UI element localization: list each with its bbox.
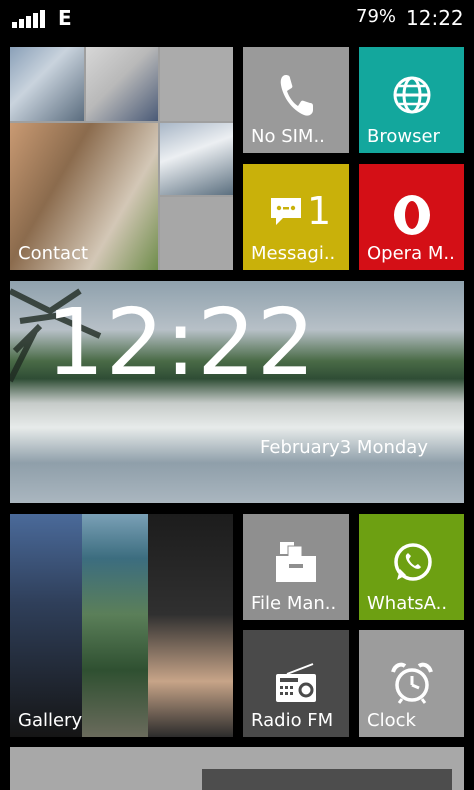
contact-photo-1 [10, 47, 84, 121]
messaging-label: Messagi.. [251, 243, 336, 264]
signal-strength-icon [12, 10, 45, 28]
file-manager-label: File Man.. [251, 593, 337, 614]
contact-photo-3 [160, 123, 233, 195]
opera-tile[interactable]: Opera M.. [359, 164, 464, 270]
gallery-photo-figure-right [148, 514, 233, 737]
message-count-badge: 1 [307, 189, 332, 233]
browser-label: Browser [367, 126, 440, 147]
bottom-partial-tile[interactable] [10, 747, 464, 790]
contact-photo-blank [160, 47, 233, 121]
globe-icon [393, 76, 430, 114]
gallery-photo-figure-left [10, 514, 82, 737]
alarm-clock-icon [390, 662, 433, 704]
contact-photo-2 [86, 47, 158, 121]
file-manager-tile[interactable]: File Man.. [243, 514, 349, 620]
status-time: 12:22 [406, 6, 464, 30]
message-icon [271, 198, 301, 225]
bottom-partial-inner [202, 769, 452, 790]
gallery-tile[interactable]: Gallery [10, 514, 233, 737]
messaging-tile[interactable]: 1 Messagi.. [243, 164, 349, 270]
phone-icon [280, 75, 313, 116]
contact-label: Contact [18, 243, 89, 264]
whatsapp-label: WhatsA.. [367, 593, 448, 614]
widget-date: February3 Monday [260, 437, 428, 458]
status-bar: E 79% 12:22 [0, 0, 474, 36]
radio-label: Radio FM [251, 710, 334, 731]
radio-icon [276, 663, 316, 702]
clock-widget-tile[interactable]: 12:22 February3 Monday [10, 281, 464, 503]
opera-label: Opera M.. [367, 243, 455, 264]
clock-label: Clock [367, 710, 416, 731]
network-type: E [58, 6, 72, 30]
whatsapp-tile[interactable]: WhatsA.. [359, 514, 464, 620]
browser-tile[interactable]: Browser [359, 47, 464, 153]
clock-tile[interactable]: Clock [359, 630, 464, 737]
whatsapp-icon [393, 543, 432, 581]
gallery-label: Gallery [18, 710, 83, 731]
phone-tile[interactable]: No SIM.. [243, 47, 349, 153]
contact-tile[interactable]: Contact [10, 47, 233, 270]
radio-tile[interactable]: Radio FM [243, 630, 349, 737]
contact-photo-blank-2 [160, 197, 233, 270]
battery-percent: 79% [356, 6, 397, 27]
phone-label: No SIM.. [251, 126, 325, 147]
file-cabinet-icon [276, 542, 316, 582]
widget-time: 12:22 [46, 289, 317, 396]
opera-icon [393, 195, 430, 235]
